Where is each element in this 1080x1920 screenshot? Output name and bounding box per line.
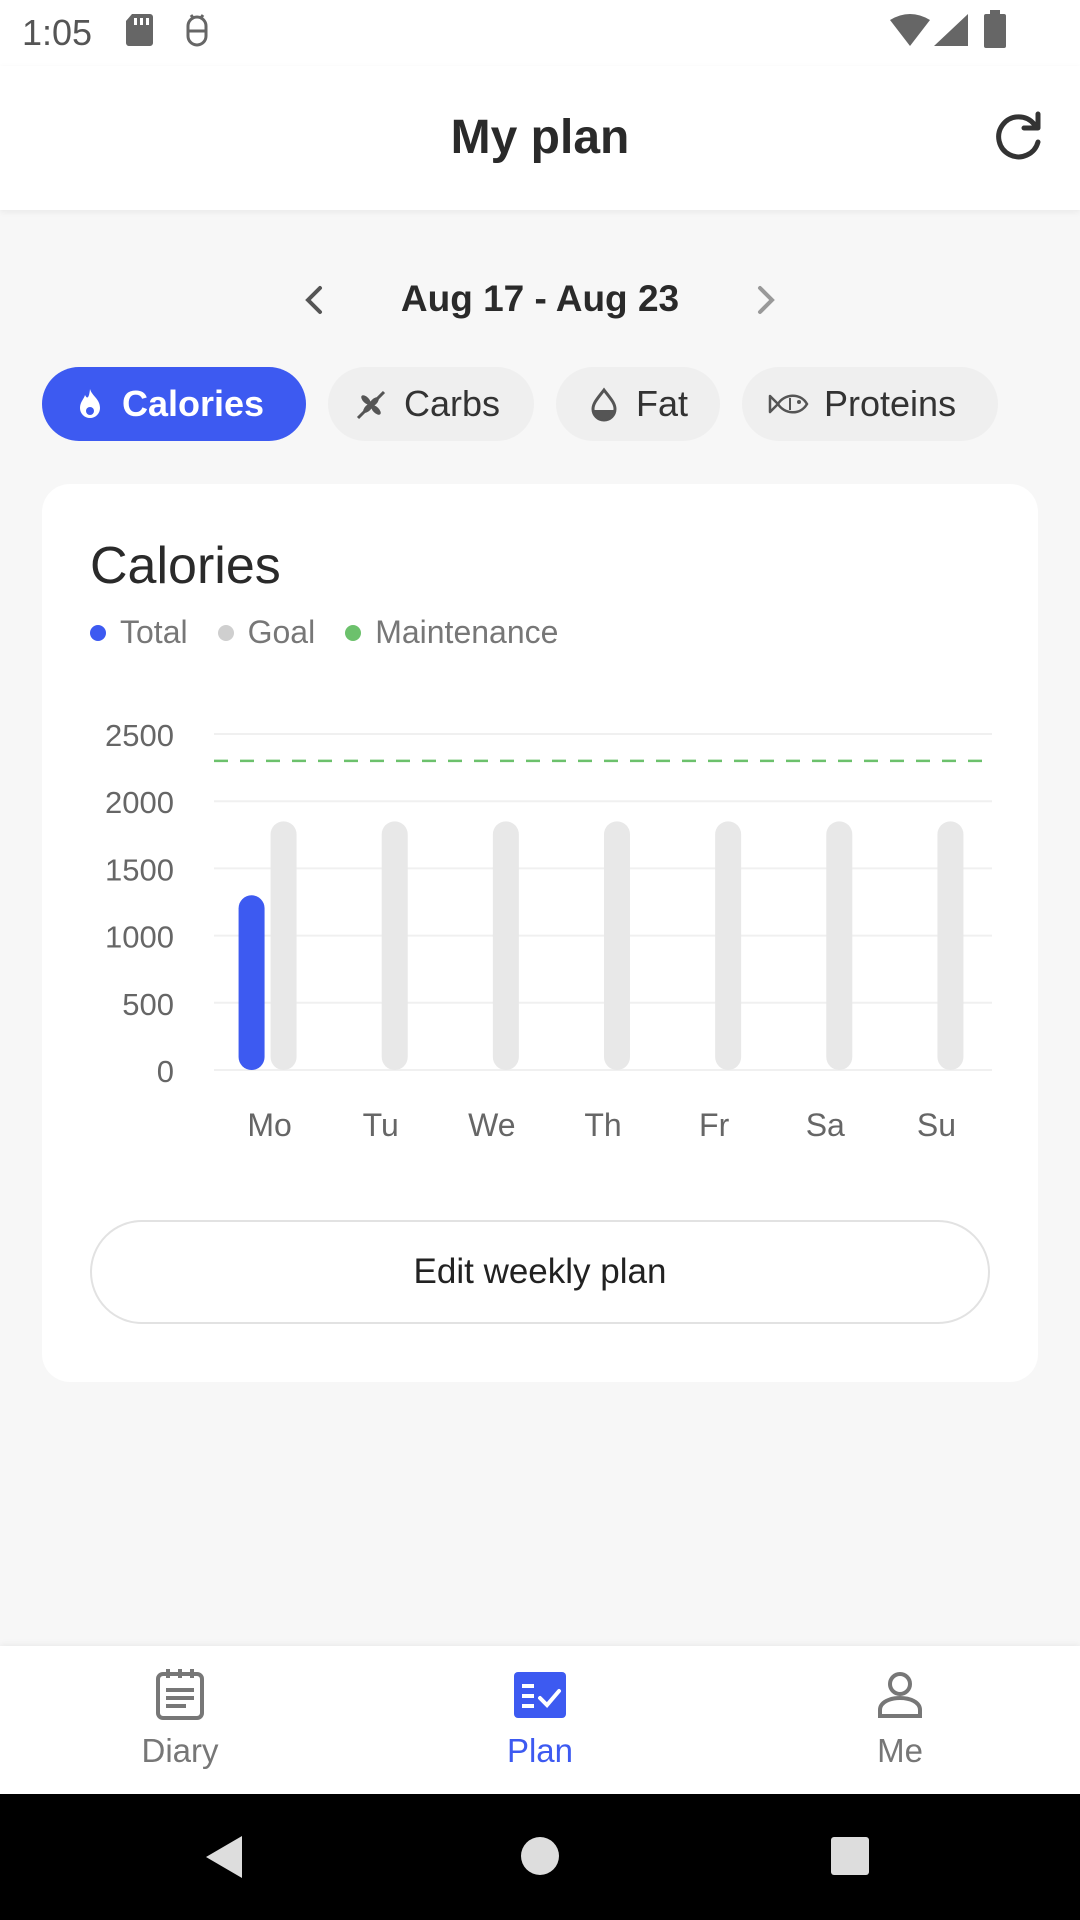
calories-bar-chart: 0 500 1000 1500 2000 2500 Mo Tu We Th Fr Sa Su xyxy=(105,718,992,1143)
filter-calories[interactable]: Calories xyxy=(42,367,306,441)
chevron-right-icon[interactable] xyxy=(745,280,785,320)
x-tick-label: Fr xyxy=(699,1107,730,1143)
refresh-icon[interactable] xyxy=(986,106,1050,170)
filter-proteins[interactable]: Proteins xyxy=(742,367,998,441)
app-bar: My plan xyxy=(0,66,1080,210)
x-tick-label: Mo xyxy=(247,1107,291,1143)
flame-icon xyxy=(80,389,100,418)
edit-weekly-plan-button[interactable]: Edit weekly plan xyxy=(90,1220,990,1324)
person-icon xyxy=(878,1672,922,1718)
filter-label: Proteins xyxy=(824,383,957,424)
bottom-navigation: Diary Plan Me xyxy=(0,1646,1080,1794)
plan-icon xyxy=(514,1672,566,1718)
calories-card: Calories Total Goal Maintenance 0 500 1000… xyxy=(42,484,1038,1382)
signal-icon xyxy=(934,14,968,46)
y-tick-label: 2500 xyxy=(105,718,174,753)
goal-bar xyxy=(826,821,853,1070)
nav-label: Plan xyxy=(506,1732,574,1769)
filter-carbs[interactable]: Carbs xyxy=(328,367,534,441)
goal-bar xyxy=(715,821,742,1070)
x-tick-label: Su xyxy=(917,1107,956,1143)
wheat-icon xyxy=(356,390,386,420)
filter-label: Calories xyxy=(122,383,265,424)
system-navigation-bar xyxy=(0,1794,1080,1920)
y-tick-label: 2000 xyxy=(105,785,174,820)
wifi-icon xyxy=(890,14,930,46)
x-tick-label: Th xyxy=(584,1107,621,1143)
goal-bar xyxy=(937,821,964,1070)
nav-plan[interactable]: Plan xyxy=(440,1666,640,1770)
nav-me[interactable]: Me xyxy=(800,1666,1000,1770)
goal-bar xyxy=(381,821,408,1070)
page-title: My plan xyxy=(450,111,630,164)
status-time: 1:05 xyxy=(22,12,93,53)
nav-label: Diary xyxy=(141,1732,219,1769)
fish-icon xyxy=(768,394,809,414)
battery-icon xyxy=(984,10,1006,48)
drop-icon xyxy=(591,387,617,422)
status-bar: 1:05 xyxy=(0,0,1080,66)
y-tick-label: 1500 xyxy=(105,852,174,887)
week-range: Aug 17 - Aug 23 xyxy=(400,278,680,319)
x-tick-label: We xyxy=(468,1107,515,1143)
goal-bar xyxy=(604,821,630,1070)
filter-label: Carbs xyxy=(404,383,501,424)
week-navigator: Aug 17 - Aug 23 xyxy=(0,270,1080,330)
x-tick-label: Sa xyxy=(806,1107,845,1143)
y-tick-label: 1000 xyxy=(105,920,174,955)
home-icon[interactable] xyxy=(520,1836,560,1876)
android-debug-icon xyxy=(186,14,208,47)
filter-label: Fat xyxy=(636,383,689,424)
diary-icon xyxy=(156,1669,204,1720)
goal-bar xyxy=(492,821,519,1070)
filter-fat[interactable]: Fat xyxy=(556,367,720,441)
y-tick-label: 500 xyxy=(122,987,174,1022)
goal-bar xyxy=(270,821,297,1070)
total-bar xyxy=(238,895,265,1070)
x-tick-label: Tu xyxy=(363,1107,399,1143)
nav-diary[interactable]: Diary xyxy=(80,1666,280,1770)
nav-label: Me xyxy=(877,1732,923,1769)
back-icon[interactable] xyxy=(204,1834,244,1880)
y-tick-label: 0 xyxy=(157,1054,174,1089)
sd-card-icon xyxy=(126,14,153,46)
recents-icon[interactable] xyxy=(830,1836,870,1876)
